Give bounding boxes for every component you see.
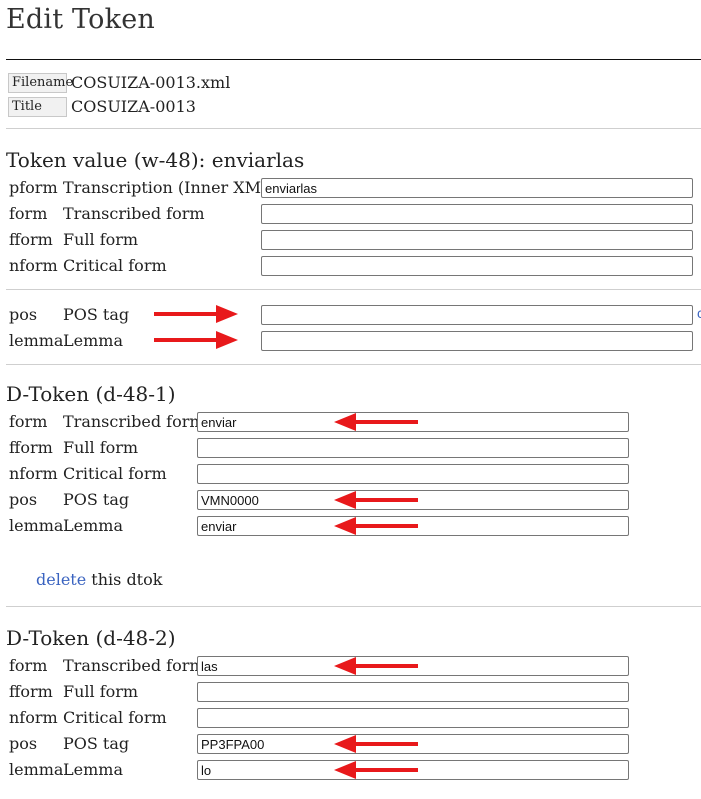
field-code-pos: pos [9,490,38,509]
field-code-fform: fform [9,438,53,457]
field-label-full-form: Full form [63,230,139,249]
dtoken-heading: D-Token (d-48-1) [6,382,176,406]
page-title: Edit Token [6,4,155,35]
field-code-nform: nform [9,256,58,275]
field-label-transcription: Transcription (Inner XML) [63,178,278,197]
dtoken-heading: D-Token (d-48-2) [6,626,176,650]
title-label: Title [8,97,67,117]
field-code-form: form [9,656,48,675]
token-form-input[interactable] [261,204,693,224]
filename-label: Filename [8,73,73,93]
token-pform-input[interactable] [261,178,693,198]
dtok1-fform-input[interactable] [197,438,629,458]
field-code-nform: nform [9,464,58,483]
field-code-fform: fform [9,682,53,701]
field-label-critical-form: Critical form [63,464,167,483]
section-divider [6,364,701,365]
arrow-left-icon [334,657,418,675]
dtok2-nform-input[interactable] [197,708,629,728]
field-label-transcribed-form: Transcribed form [63,204,205,223]
section-divider [6,289,701,290]
field-label-critical-form: Critical form [63,708,167,727]
arrow-right-icon [154,331,238,349]
field-code-lemma: lemma [9,760,64,779]
field-label-lemma: Lemma [63,760,123,779]
title-divider [6,59,701,60]
field-label-critical-form: Critical form [63,256,167,275]
token-fform-input[interactable] [261,230,693,250]
field-label-pos-tag: POS tag [63,734,130,753]
field-label-lemma: Lemma [63,331,123,350]
arrow-left-icon [334,413,418,431]
field-label-full-form: Full form [63,438,139,457]
field-code-nform: nform [9,708,58,727]
section-divider [6,128,701,129]
field-code-form: form [9,204,48,223]
field-code-form: form [9,412,48,431]
field-label-lemma: Lemma [63,516,123,535]
cutoff-link-fragment[interactable]: c [697,305,701,325]
field-code-pos: pos [9,734,38,753]
field-label-transcribed-form: Transcribed form [63,656,205,675]
arrow-left-icon [334,761,418,779]
title-value: COSUIZA-0013 [71,97,196,116]
token-lemma-input[interactable] [261,331,693,351]
delete-dtok-link[interactable]: delete [36,570,86,589]
token-nform-input[interactable] [261,256,693,276]
field-code-pform: pform [9,178,58,197]
delete-dtok-line: delete this dtok [36,570,162,590]
arrow-left-icon [334,491,418,509]
field-label-full-form: Full form [63,682,139,701]
field-code-fform: fform [9,230,53,249]
field-code-pos: pos [9,305,38,324]
field-code-lemma: lemma [9,331,64,350]
arrow-left-icon [334,517,418,535]
token-heading: Token value (w-48): enviarlas [6,148,305,172]
filename-value: COSUIZA-0013.xml [71,73,231,92]
field-label-pos-tag: POS tag [63,305,130,324]
field-label-transcribed-form: Transcribed form [63,412,205,431]
section-divider [6,606,701,607]
arrow-left-icon [334,735,418,753]
arrow-right-icon [154,305,238,323]
field-code-lemma: lemma [9,516,64,535]
field-label-pos-tag: POS tag [63,490,130,509]
token-pos-input[interactable] [261,305,693,325]
delete-dtok-suffix: this dtok [86,570,163,589]
dtok2-fform-input[interactable] [197,682,629,702]
dtok1-nform-input[interactable] [197,464,629,484]
